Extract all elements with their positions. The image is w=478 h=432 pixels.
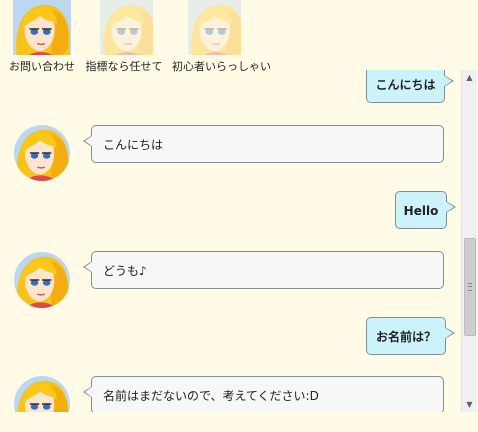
scroll-up-arrow-icon[interactable]: ▲ — [462, 70, 477, 85]
character-tab-indicators[interactable]: 指標なら任せて — [84, 0, 164, 74]
user-message: お名前は？ — [366, 317, 455, 355]
scrollbar-grip — [468, 283, 472, 291]
chat-scrollbar[interactable]: ▲ ▼ — [461, 70, 477, 412]
scrollbar-thumb[interactable] — [464, 238, 476, 336]
character-tab-inquiry[interactable]: お問い合わせ — [2, 0, 82, 74]
message-text: こんにちは — [375, 78, 436, 92]
character-portrait — [183, 0, 241, 55]
scroll-down-arrow-icon[interactable]: ▼ — [462, 397, 477, 412]
bot-message: どうも♪ — [83, 251, 444, 289]
user-message: Hello — [395, 191, 456, 229]
blonde-girl-avatar-icon — [14, 376, 70, 412]
message-text: どうも♪ — [103, 264, 147, 278]
character-tab-beginners[interactable]: 初心者いらっしゃい — [172, 0, 271, 74]
character-portrait — [95, 0, 153, 55]
blonde-girl-avatar-icon — [14, 252, 70, 308]
bot-message: こんにちは — [83, 125, 444, 163]
message-text: こんにちは — [103, 138, 164, 152]
message-text: お名前は？ — [375, 330, 436, 344]
message-text: Hello — [403, 204, 439, 218]
bot-message: 名前はまだないので、考えてください:D — [83, 376, 444, 412]
message-text: 名前はまだないので、考えてください:D — [103, 389, 319, 403]
chat-log[interactable]: こんにちは こんにちは Hello どうも♪ お名前は？ 名前はまだないので、考… — [0, 70, 462, 412]
character-portrait — [13, 0, 71, 55]
blonde-girl-avatar-icon — [14, 125, 70, 181]
user-message: こんにちは — [366, 70, 454, 103]
